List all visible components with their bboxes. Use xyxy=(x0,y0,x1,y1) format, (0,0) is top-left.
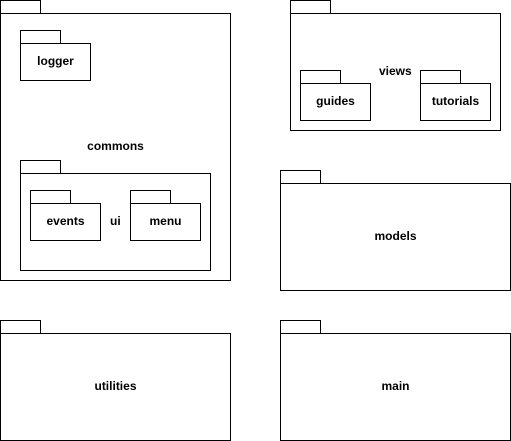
package-guides-tab xyxy=(300,70,341,84)
package-events-tab xyxy=(30,190,71,204)
package-logger-tab xyxy=(20,30,61,44)
package-ui-tab xyxy=(20,160,61,174)
package-utilities-label: utilities xyxy=(94,379,137,393)
package-guides[interactable]: guides xyxy=(300,70,371,121)
package-guides-label: guides xyxy=(316,94,355,108)
package-models[interactable]: models xyxy=(280,170,511,291)
package-tutorials-tab xyxy=(420,70,461,84)
package-views-label: views xyxy=(379,64,412,78)
package-models-label: models xyxy=(374,229,417,243)
package-events-label: events xyxy=(46,214,85,228)
package-logger[interactable]: logger xyxy=(20,30,91,81)
package-main-tab xyxy=(280,320,321,334)
package-main-label: main xyxy=(381,379,410,393)
package-menu-tab xyxy=(130,190,171,204)
package-logger-label: logger xyxy=(37,54,74,68)
package-ui-label: ui xyxy=(110,214,121,228)
package-tutorials-label: tutorials xyxy=(431,94,480,108)
package-utilities-tab xyxy=(0,320,41,334)
package-commons[interactable]: commons logger ui events menu xyxy=(0,0,231,281)
package-menu-label: menu xyxy=(149,214,182,228)
package-utilities[interactable]: utilities xyxy=(0,320,231,441)
package-menu[interactable]: menu xyxy=(130,190,201,241)
package-main[interactable]: main xyxy=(280,320,511,441)
package-commons-tab xyxy=(0,0,41,14)
package-views-tab xyxy=(290,0,331,14)
package-tutorials[interactable]: tutorials xyxy=(420,70,491,121)
package-events[interactable]: events xyxy=(30,190,101,241)
package-views[interactable]: views guides tutorials xyxy=(290,0,501,131)
package-ui[interactable]: ui events menu xyxy=(20,160,211,271)
package-models-tab xyxy=(280,170,321,184)
package-commons-label: commons xyxy=(87,139,144,153)
